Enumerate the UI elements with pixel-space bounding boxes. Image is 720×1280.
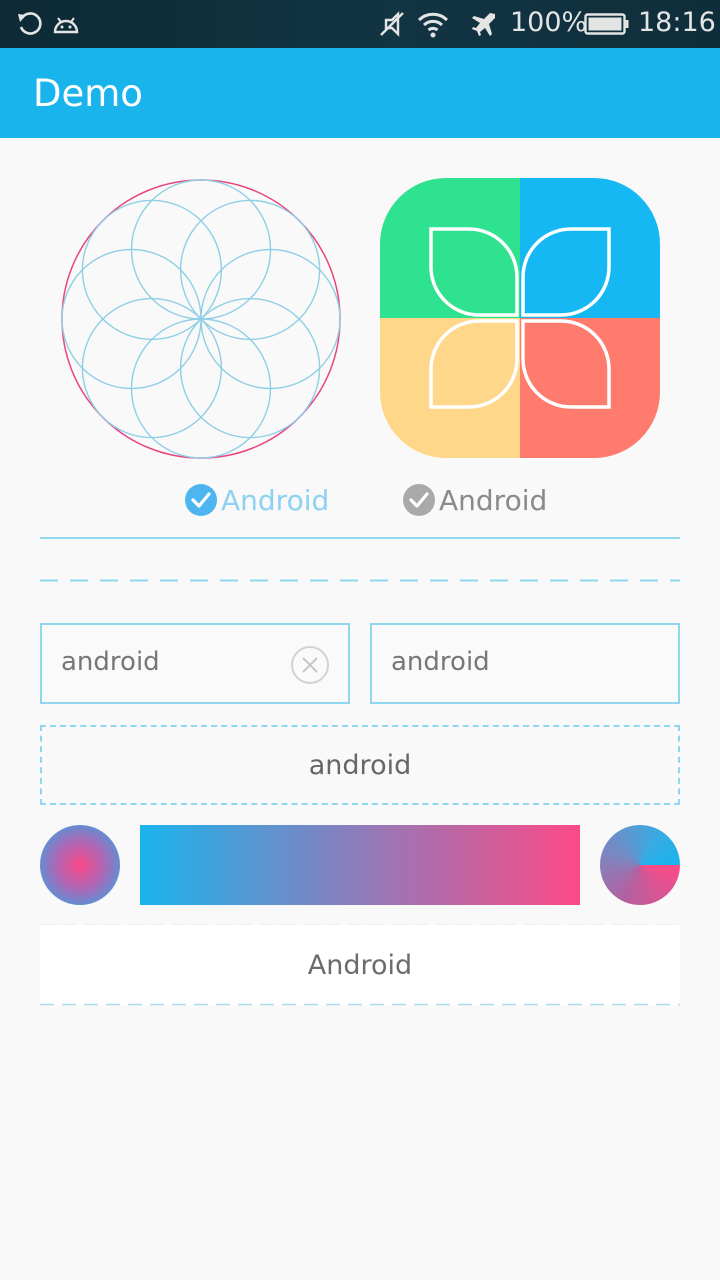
dashed-border-bottom: [40, 1003, 680, 1006]
dashed-divider: [40, 579, 680, 582]
clock: 18:16: [638, 7, 716, 38]
battery-icon: [584, 13, 629, 35]
input-value: android: [391, 647, 490, 677]
clear-icon[interactable]: [290, 645, 330, 685]
solid-divider: [40, 537, 680, 539]
refresh-icon: [18, 12, 42, 35]
linear-gradient-bar: [140, 825, 580, 905]
dashed-button-label: android: [308, 749, 412, 781]
wifi-icon: [417, 12, 449, 38]
status-bar: 100% 18:16: [0, 0, 720, 48]
radial-gradient-circle: [40, 825, 120, 905]
battery-percent: 100%: [510, 7, 588, 38]
android-button-label: Android: [307, 949, 413, 981]
text-input[interactable]: android: [370, 623, 680, 704]
mute-icon: [380, 11, 404, 37]
checkbox-android-2[interactable]: Android: [402, 480, 547, 520]
page-title: Demo: [33, 72, 143, 115]
app-logo-icon: [380, 178, 660, 458]
android-button[interactable]: Android: [40, 925, 680, 1005]
sweep-gradient-circle: [600, 825, 680, 905]
checkbox-android-1[interactable]: Android: [184, 480, 329, 520]
flower-pattern-image: [61, 179, 341, 459]
dashed-button[interactable]: android: [40, 725, 680, 805]
check-circle-icon: [185, 484, 217, 516]
android-icon: [53, 17, 79, 34]
checkbox-label: Android: [439, 483, 548, 517]
check-circle-icon: [403, 484, 435, 516]
input-value: android: [61, 647, 160, 677]
app-bar: Demo: [0, 48, 720, 138]
checkbox-label: Android: [221, 483, 330, 517]
text-input-with-clear[interactable]: android: [40, 623, 350, 704]
airplane-icon: [472, 13, 495, 36]
